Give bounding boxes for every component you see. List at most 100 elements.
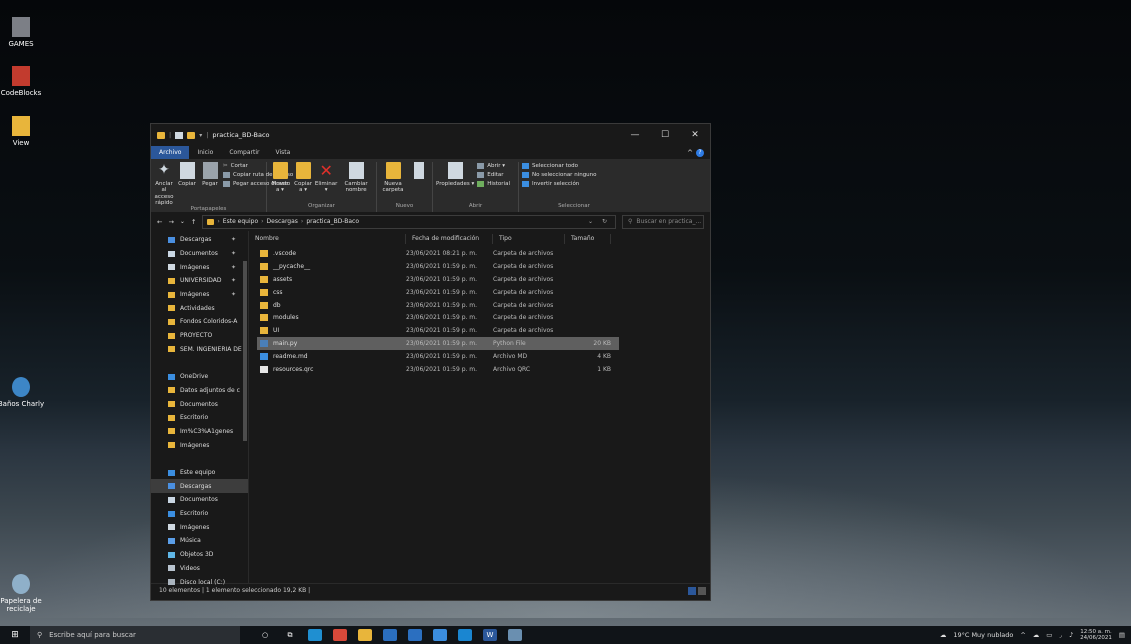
column-tipo[interactable]: Tipo [493,234,565,244]
help-icon[interactable]: ? [696,148,704,157]
nav-item[interactable]: Im%C3%A1genes [151,425,248,439]
move-to-button[interactable]: Mover a ▾ [270,162,290,194]
navigation-scrollbar[interactable] [243,261,247,441]
forward-arrow-icon[interactable]: → [168,218,173,226]
breadcrumb-este-equipo[interactable]: Este equipo [223,218,258,225]
nav-item[interactable]: Objetos 3D [151,548,248,562]
vscode-icon[interactable] [458,629,472,641]
nav-item[interactable]: Imágenes [151,520,248,534]
column-nombre[interactable]: Nombre [249,234,406,244]
nav-item[interactable]: Este equipo [151,466,248,480]
maximize-button[interactable]: ☐ [650,130,680,140]
select-none-button[interactable]: No seleccionar ninguno [522,172,597,178]
pin-quick-access-button[interactable]: ✦ Anclar al acceso rápido [154,162,174,206]
chevron-down-icon[interactable]: ⌄ [588,218,593,225]
nav-item[interactable]: Disco local (C:) [151,575,248,589]
nav-item[interactable]: Fondos Coloridos-A [151,315,248,329]
file-row[interactable]: __pycache__ 23/06/2021 01:59 p. m. Carpeta… [257,260,619,273]
file-row[interactable]: .vscode 23/06/2021 08:21 p. m. Carpeta de … [257,247,619,260]
file-explorer-icon[interactable] [358,629,372,641]
column-fecha[interactable]: Fecha de modificación [406,234,493,244]
volume-icon[interactable]: ♪ [1069,631,1073,639]
file-row[interactable]: modules 23/06/2021 01:59 p. m. Carpeta de … [257,311,619,324]
notifications-icon[interactable]: ▤ [1119,631,1125,639]
nav-item[interactable]: Descargas [151,479,248,494]
word-icon[interactable]: W [483,629,497,641]
weather-text[interactable]: 19°C Muy nublado [953,631,1013,639]
tab-vista[interactable]: Vista [267,146,298,159]
details-view-icon[interactable] [688,586,696,595]
copy-to-button[interactable]: Copiar a ▾ [293,162,313,194]
store-icon[interactable] [408,629,422,641]
file-row[interactable]: main.py 23/06/2021 01:59 p. m. Python File… [257,337,619,351]
recent-locations-icon[interactable]: ⌄ [180,218,185,225]
delete-button[interactable]: ✕ Eliminar ▾ [315,162,338,194]
breadcrumb-practica[interactable]: practica_BD-Baco [306,218,359,225]
nav-item[interactable]: Documentos ✦ [151,247,248,261]
file-row[interactable]: assets 23/06/2021 01:59 p. m. Carpeta de a… [257,273,619,286]
nav-item[interactable]: Música [151,534,248,548]
paste-button[interactable]: Pegar [200,162,220,187]
properties-icon[interactable] [175,131,184,139]
nav-item[interactable]: OneDrive [151,370,248,384]
chevron-up-icon[interactable]: ^ [1020,631,1025,639]
open-button[interactable]: Abrir ▾ [477,163,510,169]
clock[interactable]: 12:50 a. m. 24/06/2021 [1080,629,1112,641]
column-tamano[interactable]: Tamaño [565,234,611,244]
nav-item[interactable]: Videos [151,562,248,576]
app-icon[interactable] [433,629,447,641]
title-bar[interactable]: | ▾ | practica_BD-Baco — ☐ ✕ [151,124,710,146]
weather-icon[interactable]: ☁ [940,631,947,639]
navigation-pane[interactable]: Descargas ✦ Documentos ✦ Imágenes ✦ UNIVERSIDA… [151,231,249,586]
nav-item[interactable]: Imágenes [151,438,248,452]
desktop-icon[interactable]: CodeBlocks [0,66,51,97]
windows-start-icon[interactable]: ⊞ [0,630,30,640]
nav-item[interactable]: Escritorio [151,411,248,425]
invert-selection-button[interactable]: Invertir selección [522,181,597,187]
select-all-button[interactable]: Seleccionar todo [522,163,597,169]
new-folder-icon[interactable] [187,131,196,139]
nav-item[interactable]: Actividades [151,301,248,315]
nav-item[interactable]: Imágenes ✦ [151,260,248,274]
edit-button[interactable]: Editar [477,172,510,178]
search-box[interactable]: ⚲ Buscar en practica_... [622,214,704,229]
onedrive-icon[interactable]: ☁ [1033,631,1040,639]
desktop-icon[interactable]: GAMES [0,17,51,48]
nav-item[interactable]: PROYECTO [151,329,248,343]
desktop-icon[interactable]: View [0,116,51,147]
properties-button[interactable]: Propiedades ▾ [436,162,474,187]
refresh-icon[interactable]: ↻ [602,218,607,225]
quick-access-dropdown-icon[interactable]: ▾ [199,132,202,139]
file-row[interactable]: css 23/06/2021 01:59 p. m. Carpeta de arch… [257,286,619,299]
file-row[interactable]: db 23/06/2021 01:59 p. m. Carpeta de archi… [257,299,619,312]
network-icon[interactable]: ◞ [1059,631,1062,639]
nav-item[interactable]: Datos adjuntos de c [151,384,248,398]
new-item-button[interactable] [409,162,429,181]
file-list[interactable]: Nombre Fecha de modificación Tipo Tamaño… [249,231,710,583]
photos-icon[interactable] [508,629,522,641]
file-row[interactable]: UI 23/06/2021 01:59 p. m. Carpeta de archi… [257,324,619,337]
task-view-icon[interactable]: ⧉ [283,629,297,641]
cortana-icon[interactable]: ○ [258,629,272,641]
large-icons-view-icon[interactable] [698,586,706,595]
nav-item[interactable]: Descargas ✦ [151,233,248,247]
nav-item[interactable]: Documentos [151,397,248,411]
file-row[interactable]: readme.md 23/06/2021 01:59 p. m. Archivo M… [257,350,619,363]
nav-item[interactable]: Escritorio [151,507,248,521]
address-bar[interactable]: › Este equipo › Descargas › practica_BD-… [202,214,616,229]
nav-item[interactable]: UNIVERSIDAD ✦ [151,274,248,288]
new-folder-button[interactable]: Nueva carpeta [380,162,406,194]
nav-item[interactable]: SEM. INGENIERIA DE [151,343,248,357]
close-button[interactable]: ✕ [680,130,710,140]
rename-button[interactable]: Cambiar nombre [339,162,373,194]
breadcrumb-descargas[interactable]: Descargas [267,218,298,225]
file-row[interactable]: resources.qrc 23/06/2021 01:59 p. m. Archi… [257,363,619,376]
tab-compartir[interactable]: Compartir [221,146,267,159]
nav-item[interactable]: Imágenes ✦ [151,288,248,302]
chrome-icon[interactable] [333,629,347,641]
battery-icon[interactable]: ▭ [1046,631,1052,639]
edge-icon[interactable] [308,629,322,641]
tab-inicio[interactable]: Inicio [189,146,221,159]
file-explorer-window[interactable]: | ▾ | practica_BD-Baco — ☐ ✕ Archivo Ini… [150,123,711,601]
mail-icon[interactable] [383,629,397,641]
